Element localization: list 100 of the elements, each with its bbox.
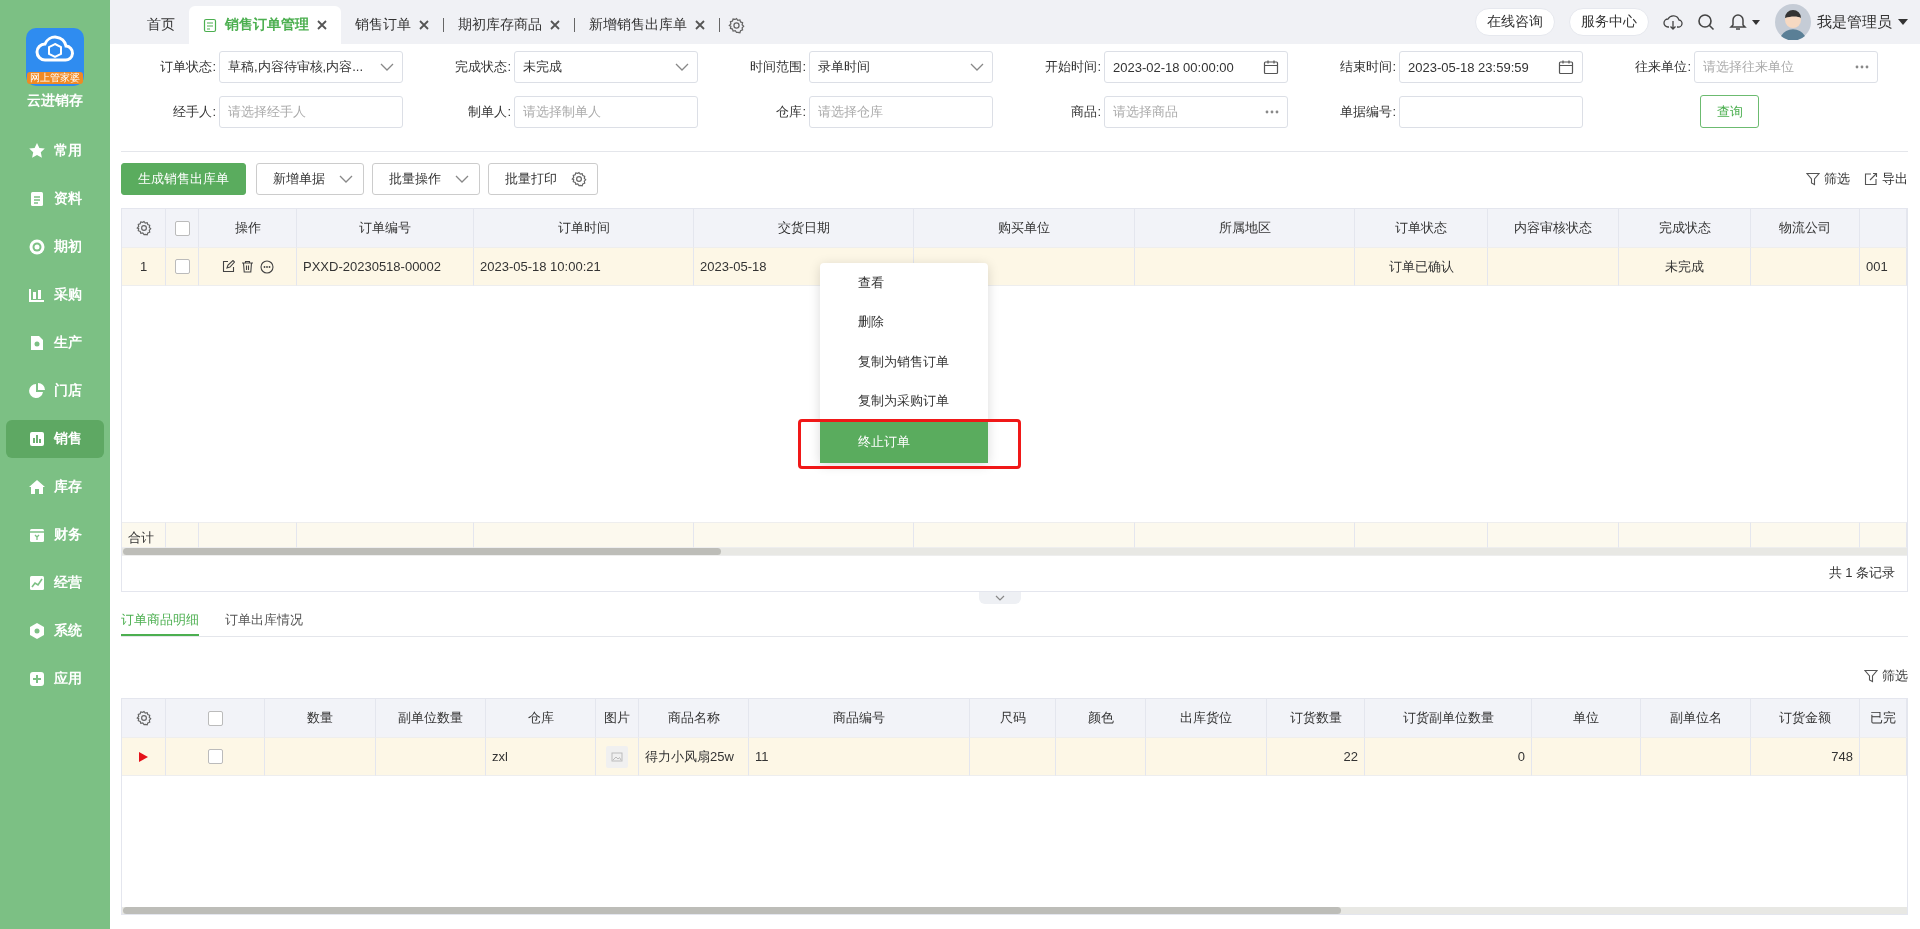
settings-icon[interactable] [135, 220, 152, 236]
cloud-download-icon[interactable] [1663, 13, 1683, 31]
calendar-icon[interactable] [1558, 59, 1574, 75]
menu-item[interactable]: 复制为销售订单 [820, 342, 988, 382]
image-icon [606, 745, 628, 768]
more-icon[interactable] [259, 259, 274, 274]
caret-icon[interactable] [1898, 19, 1908, 25]
table-cell: 2023-05-18 10:00:21 [474, 247, 694, 286]
tab[interactable]: 销售订单 [341, 6, 443, 44]
star-icon [28, 142, 46, 160]
table-cell: 748 [1751, 737, 1860, 776]
header-button[interactable]: 在线咨询 [1475, 8, 1555, 36]
select-field[interactable]: 草稿,内容待审核,内容... [219, 51, 403, 83]
export-button[interactable]: 导出 [1864, 170, 1908, 188]
checkbox[interactable] [207, 749, 223, 764]
caret-icon [339, 175, 353, 183]
close-icon[interactable] [317, 20, 327, 30]
filter-icon [1864, 669, 1878, 683]
document-icon [28, 190, 46, 208]
settings-icon[interactable] [728, 16, 745, 34]
column-header: 仓库 [486, 699, 596, 737]
filter-label: 结束时间: [1339, 58, 1397, 76]
column-header: 颜色 [1056, 699, 1146, 737]
filter-label: 往来单位: [1634, 58, 1692, 76]
filter-label: 经手人: [172, 102, 217, 121]
settings-icon[interactable] [571, 171, 587, 187]
document-icon [28, 334, 46, 352]
search-icon[interactable] [1697, 13, 1715, 31]
house-icon [28, 478, 46, 496]
user-name[interactable]: 我是管理员 [1817, 12, 1892, 32]
column-header: 图片 [596, 699, 639, 737]
bell-icon[interactable] [1729, 13, 1761, 31]
table-cell: 1 [122, 247, 166, 286]
filter-label: 商品: [1070, 102, 1102, 121]
calendar-icon[interactable] [1263, 59, 1279, 75]
table-cell [166, 522, 199, 548]
more-icon[interactable] [1855, 65, 1869, 69]
column-header: 副单位数量 [376, 699, 486, 737]
filter-button[interactable]: 筛选 [1806, 170, 1850, 188]
select-field[interactable]: 未完成 [514, 51, 698, 83]
target-icon [28, 238, 46, 256]
document-icon [203, 17, 217, 33]
filter-button[interactable]: 筛选 [1864, 667, 1908, 685]
scrollbar[interactable] [122, 907, 1907, 914]
checkbox[interactable] [207, 710, 223, 726]
column-header: 商品名称 [639, 699, 749, 737]
filter-label: 时间范围: [749, 58, 807, 76]
bar-chart-icon [28, 430, 46, 448]
delete-icon[interactable] [240, 259, 254, 273]
dropdown-button[interactable]: 新增单据 [256, 163, 364, 195]
close-icon[interactable] [550, 20, 560, 30]
dropdown-button[interactable]: 批量操作 [372, 163, 480, 195]
menu-item[interactable]: 复制为采购订单 [820, 381, 988, 421]
scrollbar[interactable] [122, 548, 1907, 555]
filter-label: 完成状态: [454, 58, 512, 76]
caret-icon [970, 63, 984, 71]
table-cell: 001 [1860, 247, 1907, 286]
table-cell: 订单已确认 [1355, 247, 1488, 286]
more-icon[interactable] [1265, 109, 1279, 114]
column-header: 数量 [265, 699, 376, 737]
column-header: 交货日期 [694, 209, 914, 247]
menu-item[interactable]: 删除 [820, 302, 988, 342]
column-header: 订货副单位数量 [1365, 699, 1532, 737]
avatar[interactable] [1775, 4, 1811, 40]
column-header: 订货金额 [1751, 699, 1860, 737]
table-cell: zxl [486, 737, 596, 776]
checkbox[interactable] [174, 259, 190, 274]
filter-icon [1806, 172, 1820, 186]
column-header: 订货数量 [1267, 699, 1365, 737]
filter-label: 仓库: [775, 102, 807, 121]
splitter-handle[interactable] [978, 592, 1021, 604]
edit-icon[interactable] [221, 259, 235, 273]
column-header: 操作 [199, 209, 297, 247]
select-field[interactable]: 录单时间 [809, 51, 993, 83]
column-header: 完成状态 [1619, 209, 1751, 247]
column-header: 订单状态 [1355, 209, 1488, 247]
tab[interactable]: 订单出库情况 [225, 606, 303, 636]
close-icon[interactable] [419, 20, 429, 30]
column-header: 内容审核状态 [1488, 209, 1619, 247]
column-header: 购买单位 [914, 209, 1135, 247]
tab[interactable]: 新增销售出库单 [575, 6, 719, 44]
close-icon[interactable] [695, 20, 705, 30]
date-field[interactable]: 2023-05-18 23:59:59 [1399, 51, 1583, 83]
caret-icon [675, 63, 689, 71]
checkbox[interactable] [174, 220, 190, 236]
record-count: 共 1 条记录 [1828, 564, 1895, 582]
hexagon-icon [28, 622, 46, 640]
filter-label: 开始时间: [1044, 58, 1102, 76]
column-header: 副单位名 [1641, 699, 1751, 737]
caret-icon [380, 63, 394, 71]
tab[interactable]: 首页 [133, 6, 189, 44]
settings-icon[interactable] [135, 710, 152, 726]
plus-icon [28, 670, 46, 688]
filter-label: 单据编号: [1339, 102, 1397, 121]
input-field[interactable] [1399, 95, 1583, 128]
tab[interactable]: 期初库存商品 [444, 6, 574, 44]
column-header: 已完 [1860, 699, 1907, 737]
print-button[interactable]: 批量打印 [488, 163, 598, 195]
date-field[interactable]: 2023-02-18 00:00:00 [1104, 51, 1288, 83]
header-button[interactable]: 服务中心 [1569, 8, 1649, 36]
